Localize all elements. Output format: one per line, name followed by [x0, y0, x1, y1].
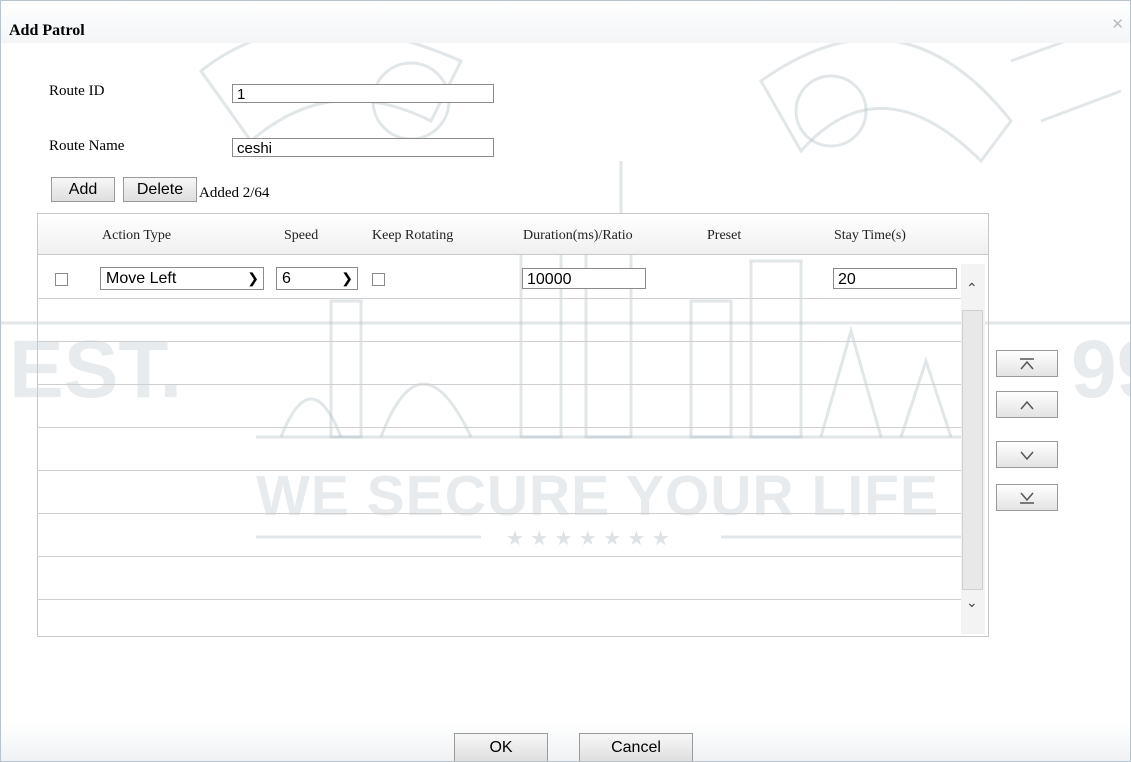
- chevron-down-icon: ❯: [247, 270, 259, 286]
- row-divider: [38, 298, 961, 299]
- row-select-checkbox[interactable]: [55, 273, 68, 286]
- move-up-button[interactable]: [996, 391, 1058, 418]
- route-id-input[interactable]: 1: [232, 84, 494, 103]
- scroll-down-icon[interactable]: ⌄: [966, 594, 978, 611]
- speed-select[interactable]: 6 ❯: [276, 267, 358, 290]
- row-divider: [38, 384, 961, 385]
- column-header-action-type: Action Type: [102, 228, 172, 243]
- chevron-down-icon: ❯: [341, 270, 353, 286]
- cancel-button[interactable]: Cancel: [579, 733, 693, 761]
- close-icon[interactable]: ✕: [1111, 15, 1124, 33]
- table-scrollbar[interactable]: ⌃ ⌄: [961, 264, 985, 634]
- dialog-title: Add Patrol: [9, 22, 85, 39]
- row-divider: [38, 556, 961, 557]
- route-id-label: Route ID: [49, 83, 105, 99]
- move-bottom-button[interactable]: [996, 484, 1058, 511]
- scrollbar-thumb[interactable]: [962, 310, 983, 590]
- action-type-select[interactable]: Move Left ❯: [100, 267, 264, 290]
- route-name-label: Route Name: [49, 138, 125, 154]
- arrow-to-bottom-icon: [1020, 492, 1034, 504]
- add-patrol-dialog: ★ ★ ★ ★ ★ ★ ★ EST. 99 WE SECURE YOUR LIF…: [0, 0, 1131, 762]
- stay-time-input[interactable]: 20: [833, 268, 957, 289]
- arrow-to-top-icon: [1020, 358, 1034, 370]
- ok-button[interactable]: OK: [454, 733, 548, 761]
- row-divider: [38, 470, 961, 471]
- chevron-up-icon: [1020, 400, 1034, 410]
- row-divider: [38, 427, 961, 428]
- row-divider: [38, 513, 961, 514]
- watermark-year: 99: [1071, 324, 1130, 415]
- add-button[interactable]: Add: [51, 177, 115, 202]
- row-divider: [38, 341, 961, 342]
- column-header-preset: Preset: [707, 228, 742, 243]
- table-header: Action Type Speed Keep Rotating Duration…: [38, 214, 988, 255]
- row-divider: [38, 599, 961, 600]
- chevron-down-icon: [1020, 451, 1034, 461]
- patrol-action-table: Action Type Speed Keep Rotating Duration…: [37, 213, 989, 637]
- speed-value: 6: [282, 270, 291, 287]
- keep-rotating-checkbox[interactable]: [372, 273, 385, 286]
- column-header-keep-rotating: Keep Rotating: [372, 228, 454, 243]
- column-header-duration: Duration(ms)/Ratio: [523, 228, 633, 243]
- duration-input[interactable]: 10000: [522, 268, 646, 289]
- route-name-input[interactable]: ceshi: [232, 138, 494, 157]
- move-down-button[interactable]: [996, 441, 1058, 468]
- dialog-footer: [1, 723, 1130, 761]
- column-header-speed: Speed: [284, 228, 319, 243]
- column-header-stay-time: Stay Time(s): [834, 228, 906, 243]
- move-top-button[interactable]: [996, 350, 1058, 377]
- added-count-status: Added 2/64: [199, 185, 270, 201]
- action-type-value: Move Left: [106, 270, 177, 287]
- delete-button[interactable]: Delete: [123, 177, 197, 202]
- scroll-up-icon[interactable]: ⌃: [966, 280, 978, 297]
- dialog-titlebar: Add Patrol ✕: [1, 1, 1130, 43]
